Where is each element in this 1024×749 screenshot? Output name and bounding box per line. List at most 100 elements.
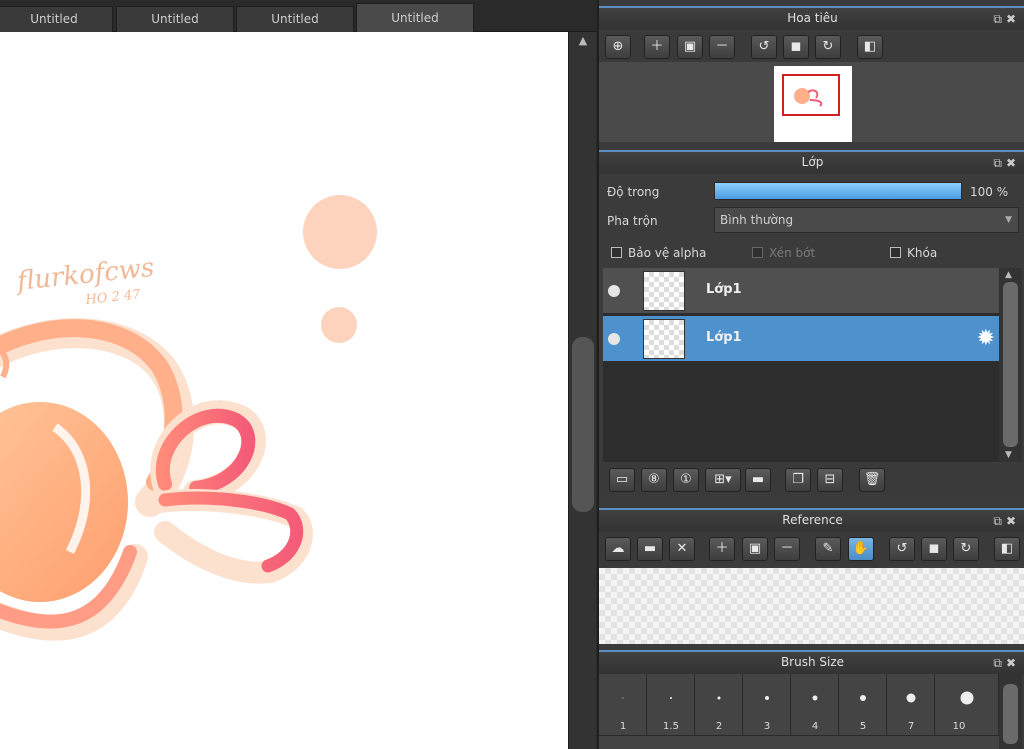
layer-row[interactable]: Lớp1 (603, 268, 999, 314)
reference-title-text: Reference (782, 513, 843, 527)
zoom-out-icon[interactable]: － (709, 35, 735, 59)
new-8bit-layer-icon[interactable]: ⑧ (641, 468, 667, 492)
upload-cloud-icon[interactable]: ☁ (605, 537, 631, 561)
trash-icon[interactable]: 🗑 (859, 468, 885, 492)
hand-icon[interactable]: ✋ (848, 537, 874, 561)
brush-size-cell[interactable]: 7 (887, 674, 935, 736)
flip-icon[interactable]: ◧ (857, 35, 883, 59)
clipping-checkbox[interactable]: Xén bớt (752, 246, 815, 260)
rotate-right-icon[interactable]: ↻ (953, 537, 979, 561)
zoom-in-icon[interactable]: ＋ (709, 537, 735, 561)
close-icon[interactable]: ✖ (1006, 656, 1020, 670)
zoom-in-icon[interactable]: ＋ (644, 35, 670, 59)
brush-size-cell[interactable]: 3 (743, 674, 791, 736)
lock-checkbox[interactable]: Khóa (890, 246, 937, 260)
protect-alpha-checkbox[interactable]: Bảo vệ alpha (611, 246, 706, 260)
layer-thumbnail (643, 271, 685, 311)
brush-size-cell[interactable]: 1.5 (647, 674, 695, 736)
tab-untitled-4[interactable]: Untitled (356, 3, 474, 32)
layer-name: Lớp1 (706, 330, 742, 345)
brush-size-grid: 1 1.5 2 3 4 5 7 10 (599, 674, 999, 749)
close-icon[interactable]: ✖ (1006, 12, 1020, 26)
visibility-icon[interactable] (608, 333, 620, 345)
layer-row-selected[interactable]: Lớp1 ✹ (603, 316, 999, 362)
duplicate-layer-icon[interactable]: ❐ (785, 468, 811, 492)
close-icon[interactable]: ✖ (1006, 514, 1020, 528)
chevron-down-icon: ▼ (1005, 215, 1012, 225)
layer-panel-title: Lớp ⧉✖ (599, 150, 1024, 174)
lock-label: Khóa (907, 246, 938, 260)
tab-untitled-3[interactable]: Untitled (236, 6, 354, 32)
reset-rotation-icon[interactable]: ◼ (921, 537, 947, 561)
visibility-icon[interactable] (608, 285, 620, 297)
undock-icon[interactable]: ⧉ (993, 514, 1006, 528)
reference-image-area[interactable] (599, 568, 1024, 644)
scroll-up-arrow-icon[interactable]: ▲ (1005, 270, 1012, 280)
brush-size-title-text: Brush Size (780, 655, 845, 669)
new-layer-icon[interactable]: ▭ (609, 468, 635, 492)
document-tabbar: Untitled Untitled Untitled Untitled (0, 0, 597, 32)
large-dot (303, 195, 377, 269)
navigator-toolbar: ⊕ ＋ ▣ － ↺ ◼ ↻ ◧ (599, 32, 1024, 62)
rotate-left-icon[interactable]: ↺ (889, 537, 915, 561)
zoom-out-icon[interactable]: － (774, 537, 800, 561)
drawing-canvas[interactable]: flurkofcws HO 2 47 (0, 32, 568, 749)
scroll-up-arrow-icon[interactable]: ▲ (575, 34, 591, 47)
opacity-label: Độ trong (607, 185, 660, 199)
rotate-right-icon[interactable]: ↻ (815, 35, 841, 59)
blend-mode-value: Bình thường (720, 213, 794, 227)
scroll-thumb[interactable] (572, 337, 594, 512)
artwork: flurkofcws HO 2 47 (0, 195, 377, 641)
fit-screen-icon[interactable]: ▣ (742, 537, 768, 561)
new-1bit-layer-icon[interactable]: ① (673, 468, 699, 492)
canvas-vertical-scrollbar[interactable]: ▲ (568, 32, 596, 749)
layer-list-scrollbar[interactable]: ▲ ▼ (999, 268, 1022, 462)
close-icon[interactable]: ✖ (1006, 156, 1020, 170)
reset-rotation-icon[interactable]: ◼ (783, 35, 809, 59)
tab-untitled-2[interactable]: Untitled (116, 6, 234, 32)
close-icon[interactable]: ✕ (669, 537, 695, 561)
rotate-left-icon[interactable]: ↺ (751, 35, 777, 59)
scroll-thumb[interactable] (1003, 684, 1018, 744)
navigator-panel-title: Hoa tiêu ⧉✖ (599, 6, 1024, 30)
navigator-thumbnail[interactable] (774, 66, 852, 142)
gear-icon[interactable]: ✹ (977, 326, 995, 351)
signature-subtext: HO 2 47 (84, 287, 142, 308)
undock-icon[interactable]: ⧉ (993, 656, 1006, 670)
navigator-title-text: Hoa tiêu (787, 11, 838, 25)
flip-icon[interactable]: ◧ (994, 537, 1020, 561)
brush-size-cell[interactable]: 10 (935, 674, 999, 736)
eyedropper-icon[interactable]: ✎ (815, 537, 841, 561)
navigator-mini-art (794, 88, 823, 107)
layer-title-text: Lớp (801, 155, 824, 169)
blend-mode-select[interactable]: Bình thường ▼ (714, 207, 1019, 233)
layer-toolbar: ▭ ⑧ ① ⊞▾ ▬ ❐ ⊟ 🗑 (599, 464, 1024, 498)
brush-size-cell[interactable]: 1 (599, 674, 647, 736)
undock-icon[interactable]: ⧉ (993, 156, 1006, 170)
layer-thumbnail (643, 319, 685, 359)
undock-icon[interactable]: ⧉ (993, 12, 1006, 26)
open-folder-icon[interactable]: ▬ (637, 537, 663, 561)
blend-label: Pha trộn (607, 214, 658, 228)
opacity-slider[interactable] (714, 182, 962, 200)
reference-panel-title: Reference ⧉✖ (599, 508, 1024, 532)
folder-icon[interactable]: ▬ (745, 468, 771, 492)
opacity-value: 100 % (970, 185, 1009, 199)
brush-size-scrollbar[interactable] (999, 674, 1022, 749)
scroll-down-arrow-icon[interactable]: ▼ (1005, 450, 1012, 460)
brush-size-cell[interactable]: 5 (839, 674, 887, 736)
navigator-preview[interactable] (599, 62, 1024, 142)
layer-name: Lớp1 (706, 282, 742, 297)
right-panel-column: Hoa tiêu ⧉✖ ⊕ ＋ ▣ － ↺ ◼ ↻ ◧ Lớp ⧉✖ Độ tr… (597, 0, 1024, 749)
tab-untitled-1[interactable]: Untitled (0, 6, 113, 32)
fit-screen-icon[interactable]: ▣ (677, 35, 703, 59)
brush-size-cell[interactable]: 2 (695, 674, 743, 736)
scroll-thumb[interactable] (1003, 282, 1018, 447)
merge-layer-icon[interactable]: ⊟ (817, 468, 843, 492)
zoom-fit-icon[interactable]: ⊕ (605, 35, 631, 59)
clipping-label: Xén bớt (769, 246, 816, 260)
layer-list[interactable]: Lớp1 Lớp1 ✹ (603, 268, 999, 462)
add-layer-dropdown-icon[interactable]: ⊞▾ (705, 468, 741, 492)
small-dot (321, 307, 357, 343)
brush-size-cell[interactable]: 4 (791, 674, 839, 736)
